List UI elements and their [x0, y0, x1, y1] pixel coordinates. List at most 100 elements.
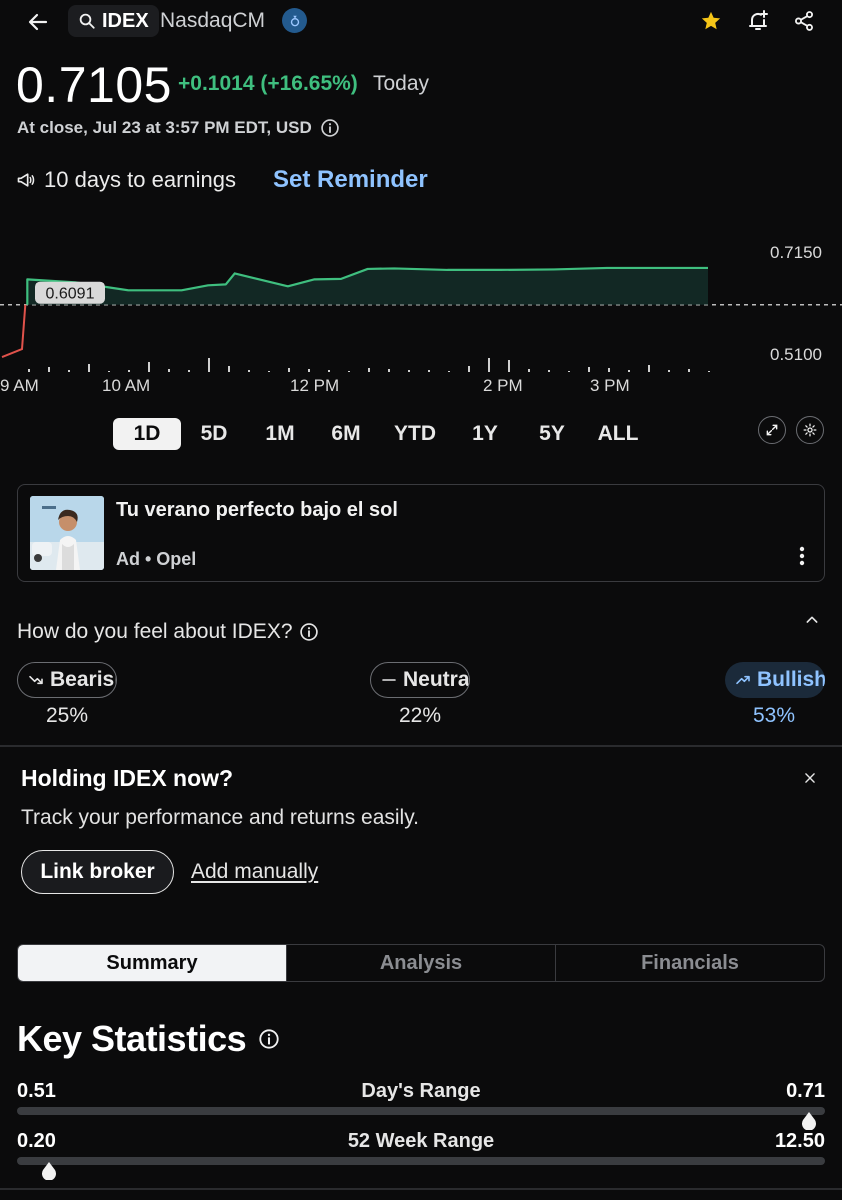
- volume-bar: [188, 370, 190, 372]
- volume-bar: [228, 366, 230, 372]
- section-divider: [0, 745, 842, 747]
- earnings-countdown: 10 days to earnings: [16, 167, 236, 193]
- close-icon[interactable]: [798, 766, 822, 790]
- ad-card[interactable]: Tu verano perfecto bajo el sol Ad • Opel: [17, 484, 825, 582]
- expand-chart-icon[interactable]: [758, 416, 786, 444]
- volume-bar: [368, 368, 370, 372]
- previous-close-badge: 0.6091: [35, 281, 105, 304]
- detail-tabs: Summary Analysis Financials: [17, 944, 825, 982]
- chart-settings-gear-icon[interactable]: [796, 416, 824, 444]
- trend-up-icon: [735, 672, 751, 688]
- x-tick-label: 3 PM: [590, 376, 630, 395]
- volume-bar: [68, 370, 70, 372]
- holding-subtitle: Track your performance and returns easil…: [21, 806, 419, 829]
- volume-bar: [688, 369, 690, 372]
- sentiment-question: How do you feel about IDEX?: [17, 620, 319, 644]
- volume-bar: [88, 364, 90, 372]
- chevron-up-icon[interactable]: [800, 608, 824, 632]
- intraday-chart[interactable]: 0.6091: [0, 212, 842, 402]
- volume-bar: [348, 371, 350, 372]
- range-6m[interactable]: 6M: [313, 418, 379, 450]
- tab-analysis[interactable]: Analysis: [286, 945, 555, 981]
- bullish-label: Bullish: [757, 668, 825, 691]
- volume-bar: [508, 360, 510, 372]
- range-5y[interactable]: 5Y: [519, 418, 585, 450]
- set-reminder-button[interactable]: Set Reminder: [273, 166, 428, 194]
- volume-bar: [48, 367, 50, 372]
- y-tick-label: 0.5100: [770, 345, 822, 364]
- range-selector: 1D 5D 1M 6M YTD 1Y 5Y ALL: [113, 418, 651, 450]
- range-1d[interactable]: 1D: [113, 418, 181, 450]
- bullish-button[interactable]: Bullish: [725, 662, 825, 698]
- volume-bar: [408, 370, 410, 372]
- section-divider: [0, 1188, 842, 1190]
- link-broker-button[interactable]: Link broker: [21, 850, 174, 894]
- back-arrow-icon[interactable]: [22, 6, 54, 38]
- ad-title: Tu verano perfecto bajo el sol: [116, 499, 398, 521]
- add-manually-link[interactable]: Add manually: [191, 860, 318, 884]
- volume-bar: [288, 368, 290, 372]
- info-icon[interactable]: [320, 118, 340, 138]
- bearish-button[interactable]: Bearish: [17, 662, 117, 698]
- premarket-line: [1, 304, 27, 358]
- range-all[interactable]: ALL: [585, 418, 651, 450]
- week52-range-marker: [41, 1162, 57, 1181]
- tab-summary[interactable]: Summary: [18, 945, 286, 981]
- volume-bar: [268, 371, 270, 372]
- range-1m[interactable]: 1M: [247, 418, 313, 450]
- volume-bar: [568, 371, 570, 372]
- sentiment-question-text: How do you feel about IDEX?: [17, 620, 293, 643]
- ad-sponsor: Ad • Opel: [116, 549, 197, 569]
- week52-range-high: 12.50: [774, 1130, 825, 1152]
- day-range-marker: [801, 1112, 817, 1131]
- price-change: +0.1014 (+16.65%): [178, 72, 358, 95]
- volume-bar: [468, 366, 470, 372]
- bearish-percent: 25%: [45, 704, 89, 727]
- neutral-button[interactable]: Neutral: [370, 662, 470, 698]
- previous-close-label: 0.6091: [46, 286, 95, 303]
- volume-bar: [108, 371, 110, 372]
- x-tick-label: 10 AM: [102, 376, 151, 395]
- x-tick-label: 12 PM: [290, 376, 340, 395]
- add-alert-bell-icon[interactable]: [743, 6, 773, 36]
- megaphone-icon: [16, 170, 36, 190]
- info-icon[interactable]: [258, 1028, 280, 1050]
- star-icon[interactable]: [696, 6, 726, 36]
- range-ytd[interactable]: YTD: [379, 418, 451, 450]
- dash-icon: [381, 672, 397, 688]
- volume-bar: [708, 371, 710, 372]
- volume-bar: [608, 368, 610, 372]
- range-5d[interactable]: 5D: [181, 418, 247, 450]
- volume-bar: [168, 369, 170, 372]
- volume-bar: [248, 370, 250, 372]
- range-1y[interactable]: 1Y: [451, 418, 519, 450]
- volume-bar: [28, 369, 30, 372]
- volume-bar: [208, 358, 210, 372]
- week52-range-track: [17, 1157, 825, 1165]
- key-statistics-heading: Key Statistics: [17, 1018, 280, 1060]
- volume-bar: [528, 369, 530, 372]
- bearish-label: Bearish: [50, 668, 116, 691]
- tab-financials[interactable]: Financials: [555, 945, 824, 981]
- bullish-percent: 53%: [752, 704, 796, 727]
- volume-bar: [128, 370, 130, 372]
- ticker-search-chip[interactable]: IDEX: [68, 5, 159, 37]
- exchange-name: NasdaqCM: [160, 9, 266, 32]
- close-info: At close, Jul 23 at 3:57 PM EDT, USD: [17, 118, 340, 138]
- volume-bar: [648, 365, 650, 372]
- close-info-text: At close, Jul 23 at 3:57 PM EDT, USD: [17, 118, 312, 137]
- price-area: [27, 267, 709, 305]
- current-price: 0.7105: [16, 57, 172, 113]
- volume-bar: [548, 370, 550, 372]
- info-icon[interactable]: [299, 622, 319, 642]
- share-icon[interactable]: [789, 6, 819, 36]
- x-tick-label: 2 PM: [483, 376, 523, 395]
- more-options-icon[interactable]: [794, 545, 810, 567]
- neutral-percent: 22%: [398, 704, 442, 727]
- x-tick-label: 9 AM: [0, 376, 39, 395]
- exchange-badge-icon: [282, 8, 307, 33]
- volume-bar: [308, 369, 310, 372]
- change-period: Today: [373, 72, 430, 95]
- volume-bar: [148, 362, 150, 372]
- key-statistics-title: Key Statistics: [17, 1018, 247, 1059]
